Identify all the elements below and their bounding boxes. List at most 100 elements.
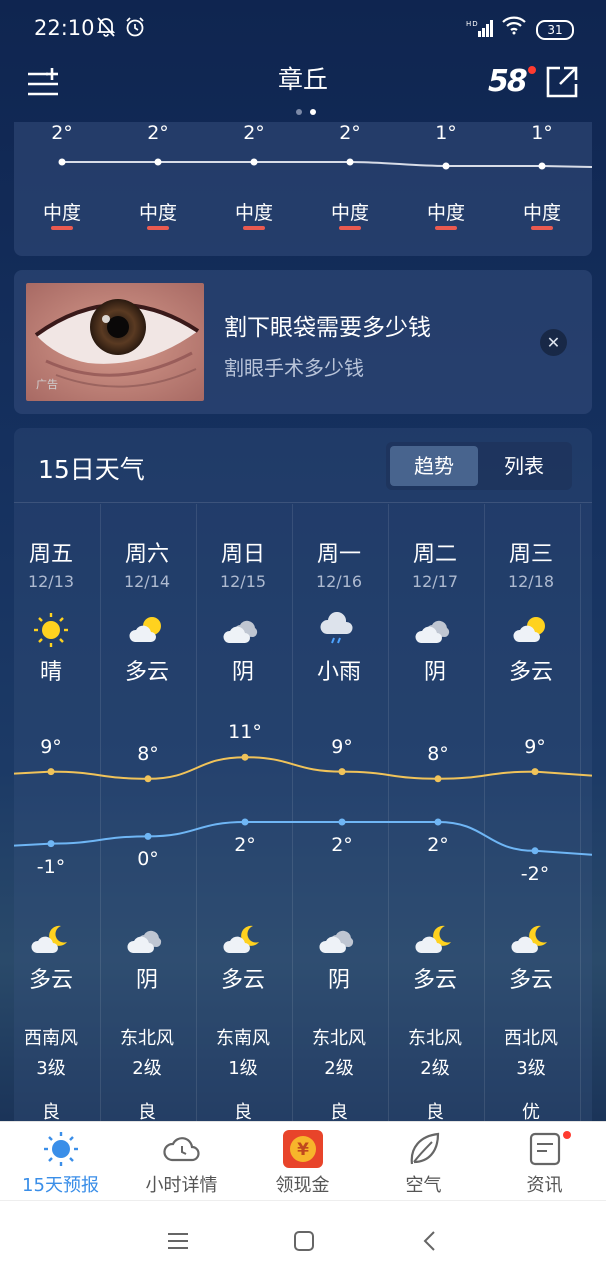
high-temp-point [531,768,539,776]
nav-air[interactable]: 空气 [363,1122,484,1201]
high-temp-label: 9° [40,735,62,758]
aqi-hour-level: 中度 [42,202,81,224]
night-condition: 多云 [220,968,265,993]
night-condition: 阴 [327,968,350,993]
high-temp-point [241,753,249,761]
night-weather-icon-wrap [291,922,387,958]
day-date: 12/13 [27,572,75,591]
menu-icon[interactable] [166,1229,190,1257]
nav-15day[interactable]: 15天预报 [0,1122,121,1201]
wind-direction: 东南风 [216,1028,270,1049]
day-condition: 多云 [508,660,553,685]
high-temp-label: 8° [137,742,159,765]
night-weather-icon-wrap [99,922,195,958]
nav-label: 15天预报 [22,1175,99,1196]
home-icon[interactable] [292,1229,316,1257]
night-weather-icon-wrap [483,922,579,958]
low-temp-label: 2° [234,834,256,856]
high-temp-point [434,775,442,783]
day-date: 12/18 [507,572,555,591]
day-weather-icon-wrap [291,611,387,648]
night-condition: 阴 [135,968,158,993]
network-label: HD [466,20,479,28]
day-date: 12/16 [315,572,363,591]
cloudy-icon [415,620,455,652]
battery-indicator: 31 [536,20,574,40]
low-temp-label: 0° [137,848,159,871]
wind-level: 1级 [228,1058,258,1079]
night-condition: 多云 [508,968,553,993]
aqi-level-bar [435,226,457,230]
day-weather-icon-wrap [99,612,195,648]
day-name[interactable]: 周五 [3,536,99,568]
night-cloudy-icon [223,925,263,962]
day-name[interactable]: 周一 [291,536,387,568]
high-temp-label: 9° [524,735,546,758]
bottom-nav: 15天预报 小时详情 ¥ 领现金 空气 资讯 [0,1121,606,1201]
bell-muted-icon [96,16,116,43]
aqi-hour-value: 1° [531,122,553,144]
view-toggle: 趋势 列表 [386,442,572,490]
low-temp-label: -2° [520,862,550,885]
tab-trend[interactable]: 趋势 [390,446,478,486]
high-temp-label: 8° [427,742,449,765]
night-cloudy-icon [31,925,71,962]
night-weather-icon-wrap [3,922,99,958]
page-indicator [292,100,320,119]
low-temp-point [338,818,346,826]
aqi-hour-level: 中度 [330,202,369,224]
nav-cash[interactable]: ¥ 领现金 [242,1122,363,1201]
nav-label: 领现金 [275,1175,330,1196]
night-condition: 多云 [412,968,457,993]
brand-58-button[interactable]: 58 [488,64,536,99]
night-cloudy-icon [511,925,551,962]
brand-label: 58 [488,64,528,99]
signal-icon: HD [466,18,494,42]
wind-level: 2级 [132,1058,162,1079]
tab-list[interactable]: 列表 [480,446,568,486]
ad-subtitle[interactable]: 割眼手术多少钱 [224,352,364,381]
wind-direction: 西北风 [504,1028,558,1049]
high-temp-label: 9° [331,735,353,758]
night-weather-icon-wrap [387,922,483,958]
night-cloudy-icon [415,925,455,962]
aqi-level-bar [243,226,265,230]
aqi-hour-value: 2° [51,122,73,144]
aqi-hour-level: 中度 [426,202,465,224]
day-condition: 阴 [423,660,446,685]
night-weather-icon-wrap [195,922,291,958]
wind-level: 2级 [324,1058,354,1079]
day-name[interactable]: 周六 [99,536,195,568]
sun-icon [41,1130,81,1168]
wind-direction: 东北风 [408,1028,462,1049]
share-icon[interactable] [544,64,580,100]
status-time: 22:10 [34,16,95,40]
aqi-hour-level: 中度 [138,202,177,224]
cloudy-icon [223,620,263,652]
back-icon[interactable] [418,1229,442,1257]
day-name[interactable]: 周三 [483,536,579,568]
svg-text:¥: ¥ [297,1140,309,1160]
aqi-hour-value: 2° [243,122,265,144]
ad-close-icon[interactable]: ✕ [540,329,567,356]
low-temp-point [47,840,55,848]
light-rain-icon [319,611,359,652]
clock-cloud-icon [162,1130,202,1168]
ad-title[interactable]: 割下眼袋需要多少钱 [224,308,431,342]
day-weather-icon-wrap [195,612,291,648]
high-temp-point [47,768,55,776]
nav-news[interactable]: 资讯 [484,1122,605,1201]
forecast-title: 15日天气 [38,455,145,484]
day-name[interactable]: 周日 [195,536,291,568]
nav-hourly[interactable]: 小时详情 [121,1122,242,1201]
high-temp-line [14,756,592,780]
wind-direction: 西南风 [24,1028,78,1049]
day-condition: 晴 [39,660,62,685]
news-icon [525,1130,565,1168]
aqi-level-bar [339,226,361,230]
low-temp-label: 2° [331,834,353,856]
hourly-air-line [58,158,592,170]
wifi-icon [501,15,527,40]
day-name[interactable]: 周二 [387,536,483,568]
temperature-trend-chart [14,753,592,856]
